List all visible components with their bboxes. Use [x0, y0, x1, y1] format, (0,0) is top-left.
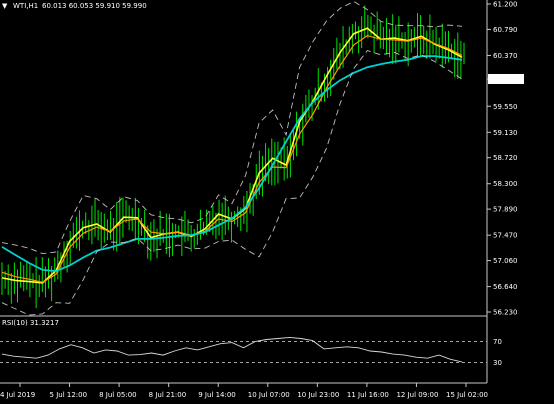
price-tick-label: 61.200: [493, 1, 518, 9]
lower-band-line: [1, 49, 463, 316]
chart-canvas[interactable]: 61.200 60.790 60.370 59.990 59.550 59.130 58.7…: [0, 0, 554, 404]
price-tag: 59.990: [488, 73, 524, 84]
price-tick-label: 57.470: [493, 232, 518, 240]
price-tick-label: 60.370: [493, 52, 518, 60]
time-tick-label: 5 Jul 12:00: [50, 391, 88, 399]
price-tick-label: 58.300: [493, 180, 518, 188]
price-tick-label: 57.890: [493, 206, 518, 214]
price-tick-label: 59.550: [493, 103, 518, 111]
rsi-pane[interactable]: [0, 336, 487, 363]
time-tick-label: 10 Jul 23:00: [297, 391, 339, 399]
price-tick-label: 59.130: [493, 129, 518, 137]
time-tick-label: 8 Jul 21:00: [149, 391, 187, 399]
time-axis: 4 Jul 2019 5 Jul 12:00 8 Jul 05:00 8 Jul 21…: [0, 383, 488, 399]
main-price-pane[interactable]: [1, 0, 465, 316]
price-tick-label: 56.640: [493, 283, 518, 291]
time-tick-label: 12 Jul 09:00: [396, 391, 438, 399]
time-tick-label: 11 Jul 16:00: [347, 391, 389, 399]
rsi-label: RSI(10) 31.3217: [2, 319, 59, 327]
ma-long-line: [1, 55, 463, 273]
price-tick-label: 56.230: [493, 309, 518, 317]
rsi-tick-label: 70: [493, 338, 502, 346]
time-tick-label: 4 Jul 2019: [0, 391, 35, 399]
price-tick-label: 58.720: [493, 154, 518, 162]
price-axis: 61.200 60.790 60.370 59.990 59.550 59.130 58.7…: [487, 1, 518, 317]
price-tick-label: 57.060: [493, 257, 518, 265]
ema-slow-line: [1, 34, 463, 283]
time-tick-label: 15 Jul 02:00: [446, 391, 488, 399]
time-tick-label: 9 Jul 14:00: [198, 391, 236, 399]
price-tick-label: 60.790: [493, 26, 518, 34]
ema-fast-line: [1, 27, 463, 284]
dropdown-arrow-icon[interactable]: ▼: [2, 2, 8, 10]
rsi-line: [1, 336, 463, 363]
time-tick-label: 10 Jul 07:00: [248, 391, 290, 399]
symbol-label: WTI,H1: [13, 2, 38, 10]
rsi-axis: 70 30: [493, 338, 502, 367]
rsi-tick-label: 30: [493, 359, 502, 367]
price-tag-text: 59.990: [490, 75, 515, 83]
ohlc-readout: 60.013 60.053 59.910 59.990: [42, 2, 147, 10]
time-tick-label: 8 Jul 05:00: [99, 391, 137, 399]
